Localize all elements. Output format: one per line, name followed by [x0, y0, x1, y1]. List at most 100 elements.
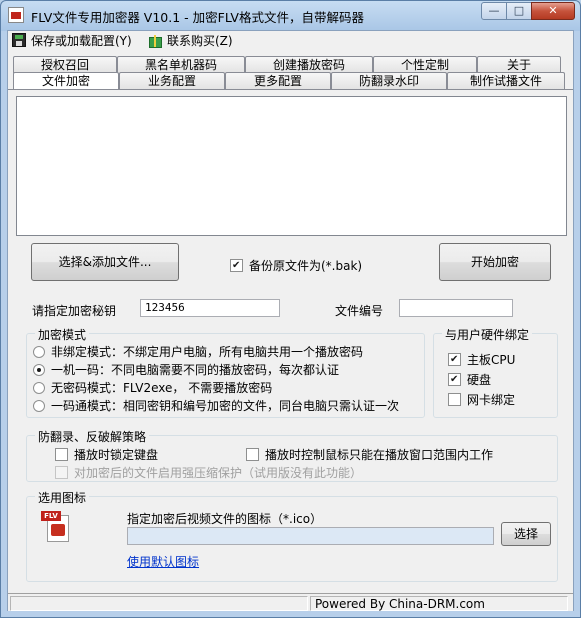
tab-blacklist[interactable]: 黑名单机器码	[117, 56, 245, 73]
anti-record-group: 防翻录、反破解策略 播放时锁定键盘 播放时控制鼠标只能在播放窗口范围内工作 对加…	[26, 428, 558, 482]
tab-customize[interactable]: 个性定制	[373, 56, 477, 73]
encrypt-mode-title: 加密模式	[35, 326, 90, 343]
status-powered-text: Powered By China-DRM.com	[315, 597, 485, 611]
file-number-label: 文件编号	[335, 304, 384, 318]
tab-create-play-password[interactable]: 创建播放密码	[245, 56, 373, 73]
compression-checkbox: 对加密后的文件启用强压缩保护（试用版没有此功能）	[55, 466, 362, 480]
radio-unbound[interactable]	[33, 346, 45, 358]
tab-about[interactable]: 关于	[477, 56, 561, 73]
hw-cpu-checkbox[interactable]: 主板CPU	[448, 353, 515, 367]
tab-label: 黑名单机器码	[144, 58, 217, 72]
hardware-binding-group: 与用户硬件绑定 主板CPU 硬盘 网卡绑定	[433, 326, 558, 418]
menu-bar: 保存或加载配置(Y) 联系购买(Z)	[8, 31, 573, 51]
minimize-button[interactable]: —	[481, 2, 507, 20]
radio-one-code[interactable]	[33, 400, 45, 412]
hw-nic-box[interactable]	[448, 393, 461, 406]
hw-cpu-box[interactable]	[448, 353, 461, 366]
status-powered-by: Powered By China-DRM.com	[310, 596, 568, 611]
icon-select-group: 选用图标 FLV 指定加密后视频文件的图标（*.ico） 选择 使用默认图标	[26, 489, 558, 582]
mode-option-no-password[interactable]: 无密码模式：FLV2exe， 不需要播放密码	[33, 381, 272, 395]
mode-option-unbound[interactable]: 非绑定模式：不绑定用户电脑，所有电脑共用一个播放密码	[33, 345, 363, 359]
mouse-limit-label: 播放时控制鼠标只能在播放窗口范围内工作	[265, 448, 494, 462]
close-button[interactable]: ✕	[531, 2, 575, 20]
hardware-binding-title: 与用户硬件绑定	[442, 326, 533, 343]
encrypt-mode-group: 加密模式 非绑定模式：不绑定用户电脑，所有电脑共用一个播放密码 一机一码：不同电…	[26, 326, 425, 418]
hw-disk-label: 硬盘	[467, 373, 492, 387]
window-title: FLV文件专用加密器 V10.1 - 加密FLV格式文件，自带解码器	[31, 10, 364, 25]
maximize-icon: □	[513, 4, 525, 17]
mode-option-one-code[interactable]: 一码通模式：相同密钥和编号加密的文件，同台电脑只需认证一次	[33, 399, 399, 413]
tab-business-config[interactable]: 业务配置	[119, 72, 225, 89]
mouse-limit-box[interactable]	[246, 448, 259, 461]
mouse-limit-checkbox[interactable]: 播放时控制鼠标只能在播放窗口范围内工作	[246, 448, 493, 462]
status-bar: Powered By China-DRM.com	[8, 593, 573, 611]
key-label: 请指定加密秘钥	[32, 304, 117, 318]
tab-label: 个性定制	[400, 58, 449, 72]
hw-cpu-label: 主板CPU	[467, 353, 516, 367]
menu-contact[interactable]: 联系购买(Z)	[148, 33, 233, 50]
radio-one-machine[interactable]	[33, 364, 45, 376]
tab-more-config[interactable]: 更多配置	[225, 72, 331, 89]
lock-keyboard-label: 播放时锁定键盘	[74, 448, 159, 462]
compression-label: 对加密后的文件启用强压缩保护（试用版没有此功能）	[74, 466, 363, 480]
tab-watermark[interactable]: 防翻录水印	[331, 72, 447, 89]
menu-save-load[interactable]: 保存或加载配置(Y)	[12, 33, 132, 50]
mode-option-label: 非绑定模式：不绑定用户电脑，所有电脑共用一个播放密码	[51, 345, 364, 359]
lock-keyboard-checkbox[interactable]: 播放时锁定键盘	[55, 448, 158, 462]
default-icon-link[interactable]: 使用默认图标	[127, 553, 199, 570]
key-input[interactable]: 123456	[140, 299, 280, 317]
app-window: FLV文件专用加密器 V10.1 - 加密FLV格式文件，自带解码器 — □ ✕…	[0, 0, 581, 618]
maximize-button[interactable]: □	[506, 2, 532, 20]
minimize-icon: —	[488, 4, 500, 17]
tab-file-encrypt[interactable]: 文件加密	[13, 72, 119, 89]
tab-label: 创建播放密码	[272, 58, 345, 72]
gift-icon	[148, 33, 162, 48]
mode-option-label: 一码通模式：相同密钥和编号加密的文件，同台电脑只需认证一次	[51, 399, 400, 413]
mode-option-one-machine[interactable]: 一机一码：不同电脑需要不同的播放密码，每次都认证	[33, 363, 339, 377]
tab-label: 业务配置	[147, 74, 196, 88]
menu-contact-label: 联系购买(Z)	[167, 34, 233, 48]
backup-checkbox[interactable]: 备份原文件为(*.bak)	[230, 259, 362, 273]
tab-label: 更多配置	[253, 74, 302, 88]
select-add-file-label: 选择&添加文件...	[58, 255, 152, 269]
client-area: 保存或加载配置(Y) 联系购买(Z) 授权召回 黑名单机器码 创建播放密码 个性…	[7, 30, 574, 611]
status-pane-left	[10, 596, 308, 611]
choose-icon-label: 选择	[513, 527, 538, 541]
tab-trial-file[interactable]: 制作试播文件	[447, 72, 565, 89]
tab-label: 文件加密	[41, 74, 90, 88]
flv-file-tag: FLV	[41, 511, 61, 521]
icon-desc-label: 指定加密后视频文件的图标（*.ico）	[127, 512, 323, 526]
menu-save-load-label: 保存或加载配置(Y)	[31, 34, 132, 48]
tab-label: 制作试播文件	[469, 74, 542, 88]
compression-box	[55, 466, 68, 479]
tab-label: 授权召回	[40, 58, 89, 72]
close-icon: ✕	[548, 4, 558, 17]
mode-option-label: 无密码模式：FLV2exe， 不需要播放密码	[51, 381, 273, 395]
start-encrypt-button[interactable]: 开始加密	[439, 243, 551, 281]
hw-disk-checkbox[interactable]: 硬盘	[448, 373, 491, 387]
tab-panel-file-encrypt: 选择&添加文件... 备份原文件为(*.bak) 开始加密 请指定加密秘钥 12…	[8, 89, 573, 593]
title-bar[interactable]: FLV文件专用加密器 V10.1 - 加密FLV格式文件，自带解码器 — □ ✕	[1, 1, 580, 29]
hw-nic-checkbox[interactable]: 网卡绑定	[448, 393, 515, 407]
mode-option-label: 一机一码：不同电脑需要不同的播放密码，每次都认证	[51, 363, 340, 377]
tab-label: 防翻录水印	[358, 74, 419, 88]
app-icon	[8, 7, 24, 23]
tab-label: 关于	[506, 58, 531, 72]
lock-keyboard-box[interactable]	[55, 448, 68, 461]
file-number-input[interactable]	[399, 299, 513, 317]
backup-checkbox-label: 备份原文件为(*.bak)	[249, 259, 363, 273]
file-list[interactable]	[16, 96, 567, 236]
flv-file-icon: FLV	[41, 511, 73, 543]
save-disk-icon	[12, 33, 26, 47]
start-encrypt-label: 开始加密	[470, 255, 519, 269]
backup-checkbox-box[interactable]	[230, 259, 243, 272]
icon-path-input[interactable]	[127, 527, 494, 545]
tab-license-recall[interactable]: 授权召回	[13, 56, 117, 73]
hw-nic-label: 网卡绑定	[467, 393, 516, 407]
anti-record-title: 防翻录、反破解策略	[35, 428, 150, 445]
icon-select-title: 选用图标	[35, 489, 90, 506]
select-add-file-button[interactable]: 选择&添加文件...	[31, 243, 179, 281]
hw-disk-box[interactable]	[448, 373, 461, 386]
choose-icon-button[interactable]: 选择	[501, 522, 551, 546]
radio-no-password[interactable]	[33, 382, 45, 394]
